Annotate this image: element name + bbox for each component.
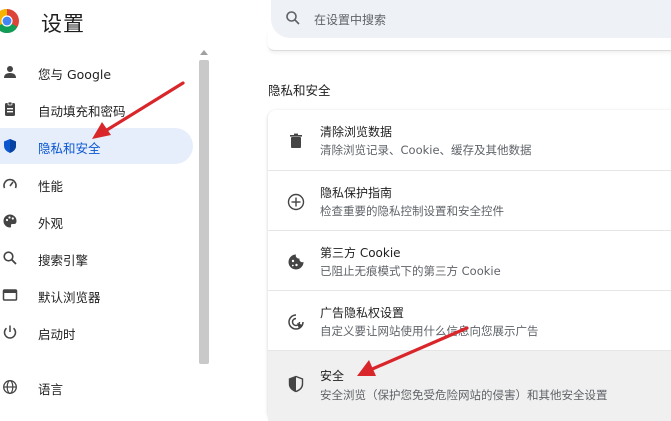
sidebar-item-appearance[interactable]: 外观 xyxy=(0,203,193,239)
browser-window-icon xyxy=(2,289,18,301)
search-icon xyxy=(3,251,17,265)
globe-icon xyxy=(3,380,17,394)
app-title: 设置 xyxy=(41,12,85,36)
scrollbar-thumb[interactable] xyxy=(199,60,209,364)
chrome-logo-icon xyxy=(0,9,19,33)
sidebar-item-performance[interactable]: 性能 xyxy=(0,166,193,202)
row-subtitle: 已阻止无痕模式下的第三方 Cookie xyxy=(320,264,501,278)
row-title: 广告隐私权设置 xyxy=(320,306,405,320)
sidebar-item-label: 语言 xyxy=(38,382,64,397)
sidebar-item-default-browser[interactable]: 默认浏览器 xyxy=(0,277,193,313)
sidebar-item-label: 启动时 xyxy=(38,327,76,342)
row-third-party-cookies[interactable]: 第三方 Cookie 已阻止无痕模式下的第三方 Cookie xyxy=(268,230,671,291)
row-title: 第三方 Cookie xyxy=(320,246,401,260)
row-clear-browsing-data[interactable]: 清除浏览数据 清除浏览记录、Cookie、缓存及其他数据 xyxy=(268,110,671,170)
row-security[interactable]: 安全 安全浏览（保护您免受危险网站的侵害）和其他安全设置 xyxy=(268,350,671,421)
previous-card-edge xyxy=(268,30,671,51)
sidebar-item-autofill[interactable]: 自动填充和密码 xyxy=(0,91,193,127)
row-subtitle: 安全浏览（保护您免受危险网站的侵害）和其他安全设置 xyxy=(320,388,608,402)
row-title: 隐私保护指南 xyxy=(320,186,393,200)
row-subtitle: 清除浏览记录、Cookie、缓存及其他数据 xyxy=(320,143,532,157)
sidebar-item-label: 您与 Google xyxy=(38,67,112,82)
clipboard-icon xyxy=(5,101,15,116)
search-input[interactable]: 在设置中搜索 xyxy=(314,11,386,28)
privacy-settings-card: 清除浏览数据 清除浏览记录、Cookie、缓存及其他数据 隐私保护指南 检查重要… xyxy=(268,110,671,421)
ad-privacy-icon xyxy=(288,314,304,330)
row-privacy-guide[interactable]: 隐私保护指南 检查重要的隐私控制设置和安全控件 xyxy=(268,170,671,231)
sidebar-item-label: 自动填充和密码 xyxy=(38,104,126,119)
sidebar-item-privacy-security[interactable]: 隐私和安全 xyxy=(0,128,193,164)
row-title: 清除浏览数据 xyxy=(320,125,393,139)
cookie-icon xyxy=(288,254,304,270)
sidebar-item-on-startup[interactable]: 启动时 xyxy=(0,314,193,350)
shield-icon xyxy=(4,139,16,153)
sidebar-item-label: 搜索引擎 xyxy=(38,253,89,268)
trash-icon xyxy=(290,133,302,148)
sidebar-item-languages[interactable]: 语言 xyxy=(0,369,193,405)
row-subtitle: 检查重要的隐私控制设置和安全控件 xyxy=(320,204,504,218)
row-subtitle: 自定义要让网站使用什么信息向您展示广告 xyxy=(320,324,539,338)
person-icon xyxy=(4,66,16,78)
power-icon xyxy=(3,325,17,339)
sidebar: 您与 Google 自动填充和密码 隐私和安全 性能 外观 搜索引擎 默认浏览器… xyxy=(0,44,210,416)
row-ad-privacy[interactable]: 广告隐私权设置 自定义要让网站使用什么信息向您展示广告 xyxy=(268,290,671,351)
sidebar-item-you-and-google[interactable]: 您与 Google xyxy=(0,54,193,90)
sidebar-item-label: 隐私和安全 xyxy=(38,141,101,156)
sidebar-item-label: 外观 xyxy=(38,216,64,231)
sidebar-scrollbar[interactable] xyxy=(198,46,210,416)
sidebar-item-label: 性能 xyxy=(38,179,64,194)
sidebar-item-label: 默认浏览器 xyxy=(38,290,101,305)
sidebar-item-search-engine[interactable]: 搜索引擎 xyxy=(0,240,193,276)
row-title: 安全 xyxy=(320,369,345,383)
scroll-up-arrow-icon[interactable] xyxy=(200,50,208,55)
compass-plus-icon xyxy=(287,193,305,211)
palette-icon xyxy=(3,214,17,228)
speedometer-icon xyxy=(3,178,17,189)
search-icon xyxy=(286,11,300,25)
security-shield-icon xyxy=(288,375,304,393)
section-title: 隐私和安全 xyxy=(268,83,331,98)
